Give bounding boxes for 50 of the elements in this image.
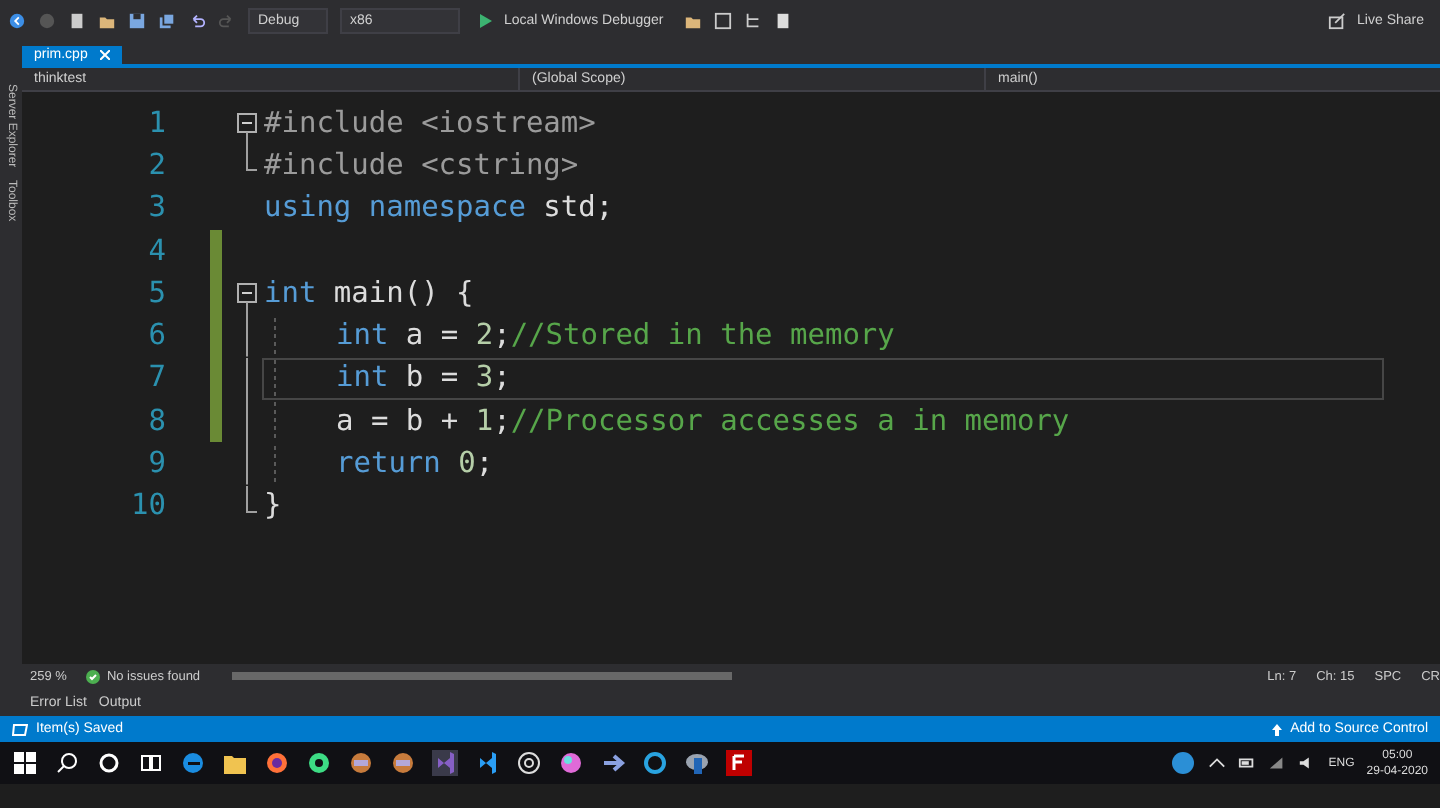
- line-number: 1: [146, 107, 168, 140]
- line-number: 3: [146, 192, 168, 225]
- chevron-up-icon[interactable]: [1208, 754, 1227, 772]
- new-project-icon[interactable]: [68, 11, 86, 29]
- back-icon[interactable]: [8, 11, 26, 29]
- search-icon[interactable]: [54, 750, 80, 776]
- app-icon[interactable]: [348, 750, 374, 776]
- message-icon: [12, 723, 28, 735]
- line-number: 10: [129, 490, 168, 523]
- battery-icon[interactable]: [1238, 754, 1257, 772]
- undo-icon[interactable]: [188, 11, 206, 29]
- code-line: int b = 3;: [336, 362, 511, 395]
- line-number: 8: [146, 405, 168, 438]
- fold-toggle-icon[interactable]: [237, 283, 257, 304]
- task-view-icon[interactable]: [138, 750, 164, 776]
- save-all-icon[interactable]: [158, 11, 176, 29]
- arrow-app-icon[interactable]: [600, 750, 626, 776]
- fold-toggle-icon[interactable]: [237, 113, 257, 133]
- code-line: using namespace std;: [264, 192, 614, 225]
- save-icon[interactable]: [128, 11, 146, 29]
- upload-icon: [1272, 723, 1283, 735]
- code-line: return 0;: [336, 448, 494, 481]
- hierarchy-icon[interactable]: [743, 11, 762, 29]
- windows-icon[interactable]: [12, 750, 38, 776]
- code-line: a = b + 1;//Processor accesses a in memory: [336, 405, 1070, 438]
- circle-icon[interactable]: [96, 750, 122, 776]
- play-icon: [480, 13, 492, 27]
- code-line: int main() {: [264, 277, 474, 310]
- folder-icon[interactable]: [222, 750, 248, 776]
- code-line: }: [264, 490, 282, 523]
- code-line: #include <iostream>: [264, 107, 596, 140]
- share-icon[interactable]: [1327, 11, 1346, 29]
- code-line: #include <cstring>: [264, 149, 579, 182]
- open-folder-icon[interactable]: [98, 11, 116, 29]
- close-icon[interactable]: [99, 50, 110, 60]
- line-number: 5: [146, 277, 168, 310]
- horizontal-scrollbar[interactable]: [232, 672, 733, 680]
- line-number: 2: [146, 149, 168, 182]
- check-icon: [86, 669, 101, 683]
- app-icon[interactable]: [390, 750, 416, 776]
- line-number: 6: [146, 320, 168, 353]
- folder-icon[interactable]: [683, 11, 702, 29]
- aperture-icon[interactable]: [516, 750, 542, 776]
- line-number: 7: [146, 362, 168, 395]
- bookmark-icon[interactable]: [773, 11, 792, 29]
- line-number: 9: [146, 448, 168, 481]
- ring-icon[interactable]: [642, 750, 668, 776]
- color-ball-icon[interactable]: [558, 750, 584, 776]
- code-line: int a = 2;//Stored in the memory: [336, 320, 895, 353]
- line-number: 4: [146, 235, 168, 268]
